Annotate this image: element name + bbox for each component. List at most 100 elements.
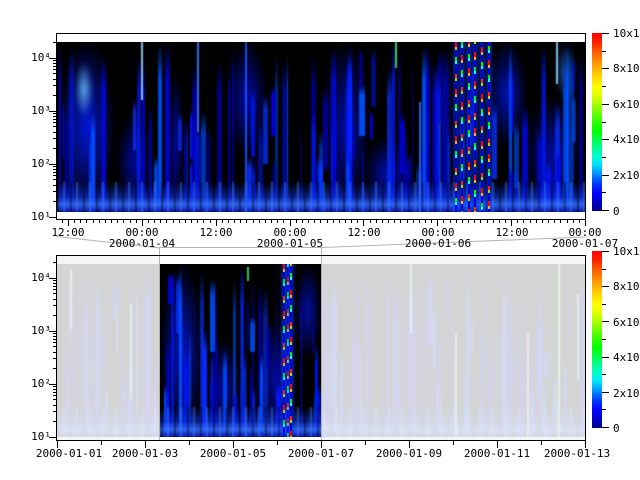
tick-mark xyxy=(602,210,609,211)
burst-event-line xyxy=(488,42,490,212)
tick-mark xyxy=(388,220,389,223)
tick-mark xyxy=(394,220,395,223)
tick-mark xyxy=(86,220,87,223)
tick-mark xyxy=(240,220,241,223)
spectro-streak xyxy=(371,48,376,107)
tick-mark xyxy=(277,441,278,445)
tick-mark xyxy=(419,220,420,223)
burst-event-line xyxy=(468,42,470,212)
tick-mark xyxy=(363,220,364,223)
tick-mark xyxy=(567,220,568,223)
tick-mark xyxy=(53,395,57,396)
tick-mark xyxy=(53,342,57,343)
tick-mark xyxy=(53,392,57,393)
tick-mark xyxy=(499,220,500,223)
figure-canvas: 10⁴ 10³ 10² 10¹ 12:00 00:00 12:00 00:00 … xyxy=(0,0,640,480)
tick-mark xyxy=(123,220,124,223)
tick-mark xyxy=(365,441,366,445)
tick-mark xyxy=(602,374,606,375)
tick-mark xyxy=(49,437,57,438)
tick-mark xyxy=(101,441,102,445)
tick-mark xyxy=(53,132,57,133)
tick-mark xyxy=(49,331,57,332)
tick-mark xyxy=(189,441,190,445)
spectro-streak xyxy=(359,84,365,135)
top-colorbar-tick-label: 0 xyxy=(613,206,620,217)
tick-mark xyxy=(53,411,57,412)
tick-mark xyxy=(53,126,57,127)
top-y-tick-label: 10¹ xyxy=(17,211,51,222)
top-colorbar-tick-label: 4x10⁷ xyxy=(613,134,640,145)
tick-mark xyxy=(345,220,346,223)
tick-mark xyxy=(541,441,542,445)
burst-event-line xyxy=(461,42,463,212)
tick-mark xyxy=(53,119,57,120)
top-x-date-label: 2000-01-06 xyxy=(405,238,471,249)
tick-mark xyxy=(602,139,609,140)
tick-mark xyxy=(53,289,57,290)
tick-mark xyxy=(53,280,57,281)
tick-mark xyxy=(339,220,340,223)
tick-mark xyxy=(49,58,57,59)
tick-mark xyxy=(49,278,57,279)
tick-mark xyxy=(560,220,561,223)
tick-mark xyxy=(602,357,609,358)
spectro-bright-streak xyxy=(245,42,247,212)
bottom-x-tick-label: 2000-01-07 xyxy=(288,448,354,459)
bottom-y-tick-label: 10³ xyxy=(17,325,51,336)
tick-mark xyxy=(431,220,432,223)
tick-mark xyxy=(53,405,57,406)
tick-mark xyxy=(542,220,543,223)
tick-mark xyxy=(93,220,94,223)
tick-mark xyxy=(233,441,234,448)
tick-mark xyxy=(173,220,174,223)
tick-mark xyxy=(602,157,606,158)
spectro-bright-streak xyxy=(395,42,397,68)
tick-mark xyxy=(228,220,229,223)
tick-mark xyxy=(53,201,57,202)
top-colorbar-tick-label: 6x10⁷ xyxy=(613,99,640,110)
tick-mark xyxy=(53,66,57,67)
tick-mark xyxy=(53,368,57,369)
top-spectrogram-data-area[interactable] xyxy=(57,42,585,212)
bottom-colorbar-tick-label: 8x10⁷ xyxy=(613,281,640,292)
bottom-colorbar xyxy=(592,251,602,428)
tick-mark xyxy=(145,441,146,448)
tick-mark xyxy=(53,116,57,117)
tick-mark xyxy=(602,33,609,34)
tick-mark xyxy=(53,262,57,263)
tick-mark xyxy=(480,220,481,223)
top-colorbar-tick-label: 8x10⁷ xyxy=(613,63,640,74)
tick-mark xyxy=(602,409,606,410)
spectro-streak xyxy=(271,85,276,136)
tick-mark xyxy=(409,441,410,448)
tick-mark xyxy=(382,220,383,223)
spectro-streak xyxy=(178,115,182,152)
tick-mark xyxy=(277,220,278,223)
tick-mark xyxy=(53,333,57,334)
tick-mark xyxy=(554,220,555,223)
tick-mark xyxy=(585,441,586,448)
spectro-streak xyxy=(323,87,329,169)
tick-mark xyxy=(80,220,81,223)
tick-mark xyxy=(351,220,352,223)
tick-mark xyxy=(53,42,57,43)
top-x-tick-label: 12:00 xyxy=(51,227,84,238)
zoom-selection-rectangle[interactable] xyxy=(159,247,322,440)
tick-mark xyxy=(53,386,57,387)
tick-mark xyxy=(602,321,609,322)
tick-mark xyxy=(246,220,247,223)
tick-mark xyxy=(585,220,586,226)
tick-mark xyxy=(111,220,112,223)
tick-mark xyxy=(53,283,57,284)
spectro-bright-streak xyxy=(556,42,558,84)
tick-mark xyxy=(53,79,57,80)
tick-mark xyxy=(53,113,57,114)
tick-mark xyxy=(468,220,469,223)
tick-mark xyxy=(53,315,57,316)
tick-mark xyxy=(53,305,57,306)
tick-mark xyxy=(154,220,155,223)
tick-mark xyxy=(474,220,475,223)
tick-mark xyxy=(53,399,57,400)
tick-mark xyxy=(602,427,609,428)
